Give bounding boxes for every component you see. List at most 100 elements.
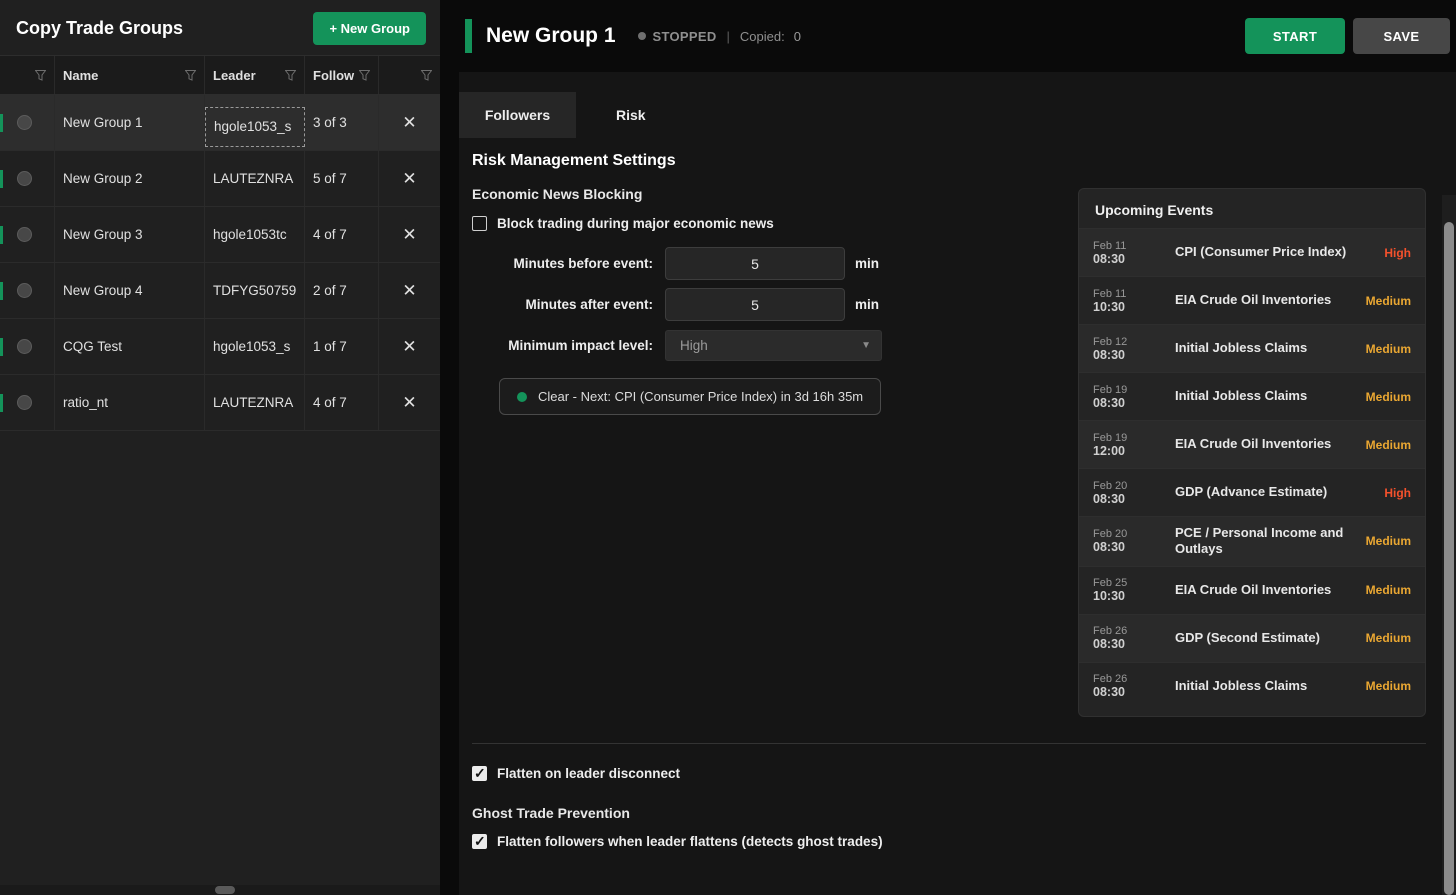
- table-row[interactable]: CQG Test hgole1053_s 1 of 7 ✕: [0, 319, 440, 375]
- event-row: Feb 11 08:30 CPI (Consumer Price Index) …: [1079, 228, 1425, 276]
- horizontal-scrollbar-thumb[interactable]: [215, 886, 235, 894]
- flatten-disconnect-label[interactable]: Flatten on leader disconnect: [497, 766, 680, 781]
- filter-icon[interactable]: [185, 70, 196, 81]
- group-name-cell[interactable]: ratio_nt: [55, 375, 205, 430]
- group-name-cell[interactable]: New Group 1: [55, 95, 205, 150]
- follow-column-header[interactable]: Follow: [305, 56, 379, 94]
- tab-followers[interactable]: Followers: [459, 92, 576, 138]
- event-name: Initial Jobless Claims: [1175, 678, 1355, 694]
- table-row[interactable]: New Group 1 hgole1053_s 3 of 3 ✕: [0, 95, 440, 151]
- group-follow-cell: 4 of 7: [305, 207, 379, 262]
- actions-column-header: [379, 56, 440, 94]
- event-datetime: Feb 26 08:30: [1093, 673, 1175, 699]
- event-name: EIA Crude Oil Inventories: [1175, 436, 1355, 452]
- upcoming-events-panel: Upcoming Events Feb 11 08:30 CPI (Consum…: [1078, 188, 1426, 717]
- minutes-after-unit: min: [855, 297, 879, 312]
- group-name-cell[interactable]: New Group 3: [55, 207, 205, 262]
- impact-level-select[interactable]: High ▼: [665, 330, 882, 361]
- filter-icon[interactable]: [359, 70, 370, 81]
- delete-group-button[interactable]: ✕: [394, 110, 424, 135]
- group-leader-cell[interactable]: hgole1053_s: [205, 107, 305, 147]
- filter-icon[interactable]: [421, 70, 432, 81]
- follow-column-label: Follow: [313, 68, 354, 83]
- delete-group-button[interactable]: ✕: [394, 390, 424, 415]
- group-name-cell[interactable]: New Group 2: [55, 151, 205, 206]
- minutes-after-input[interactable]: [665, 288, 845, 321]
- filter-icon[interactable]: [285, 70, 296, 81]
- delete-group-button[interactable]: ✕: [394, 222, 424, 247]
- row-status-cell: [0, 319, 55, 374]
- row-accent-icon: [0, 170, 3, 188]
- new-group-button[interactable]: + New Group: [313, 12, 426, 45]
- group-leader-cell[interactable]: hgole1053_s: [205, 319, 305, 374]
- table-row[interactable]: New Group 4 TDFYG50759 2 of 7 ✕: [0, 263, 440, 319]
- event-datetime: Feb 25 10:30: [1093, 577, 1175, 603]
- name-column-header[interactable]: Name: [55, 56, 205, 94]
- event-row: Feb 12 08:30 Initial Jobless Claims Medi…: [1079, 324, 1425, 372]
- event-date: Feb 19: [1093, 384, 1175, 396]
- groups-panel-header: Copy Trade Groups + New Group: [0, 0, 440, 55]
- event-impact-badge: Medium: [1355, 583, 1411, 597]
- leader-column-header[interactable]: Leader: [205, 56, 305, 94]
- event-time: 08:30: [1093, 492, 1175, 506]
- group-leader-cell[interactable]: LAUTEZNRA: [205, 375, 305, 430]
- risk-content: Risk Management Settings Economic News B…: [459, 138, 1456, 895]
- event-date: Feb 19: [1093, 432, 1175, 444]
- panel-title: Copy Trade Groups: [16, 18, 183, 39]
- ghost-flatten-checkbox[interactable]: [472, 834, 487, 849]
- group-leader-cell[interactable]: LAUTEZNRA: [205, 151, 305, 206]
- event-impact-badge: High: [1355, 486, 1411, 500]
- event-date: Feb 26: [1093, 673, 1175, 685]
- group-leader-cell[interactable]: TDFYG50759: [205, 263, 305, 318]
- block-news-label[interactable]: Block trading during major economic news: [497, 216, 774, 231]
- panel-divider: [440, 0, 459, 895]
- event-impact-badge: Medium: [1355, 534, 1411, 548]
- news-status-text: Clear - Next: CPI (Consumer Price Index)…: [538, 389, 863, 404]
- filter-icon[interactable]: [35, 70, 46, 81]
- group-status-dot-icon: [17, 227, 32, 242]
- vertical-scrollbar-thumb[interactable]: [1444, 222, 1454, 895]
- ghost-flatten-label[interactable]: Flatten followers when leader flattens (…: [497, 834, 883, 849]
- group-header: New Group 1 STOPPED | Copied: 0 START SA…: [459, 0, 1456, 72]
- table-row[interactable]: New Group 3 hgole1053tc 4 of 7 ✕: [0, 207, 440, 263]
- vertical-scrollbar[interactable]: [1442, 195, 1456, 895]
- status-dot-icon: [638, 32, 646, 40]
- block-news-checkbox[interactable]: [472, 216, 487, 231]
- row-actions-cell: ✕: [379, 95, 440, 150]
- row-accent-icon: [0, 226, 3, 244]
- group-leader-cell[interactable]: hgole1053tc: [205, 207, 305, 262]
- save-button[interactable]: SAVE: [1353, 18, 1450, 54]
- event-row: Feb 11 10:30 EIA Crude Oil Inventories M…: [1079, 276, 1425, 324]
- group-status-dot-icon: [17, 395, 32, 410]
- section-divider: [472, 743, 1426, 744]
- row-accent-icon: [0, 394, 3, 412]
- event-impact-badge: Medium: [1355, 294, 1411, 308]
- event-impact-badge: High: [1355, 246, 1411, 260]
- event-impact-badge: Medium: [1355, 438, 1411, 452]
- event-row: Feb 19 12:00 EIA Crude Oil Inventories M…: [1079, 420, 1425, 468]
- delete-group-button[interactable]: ✕: [394, 166, 424, 191]
- tab-risk[interactable]: Risk: [606, 92, 656, 138]
- status-column-header: [0, 56, 55, 94]
- table-row[interactable]: New Group 2 LAUTEZNRA 5 of 7 ✕: [0, 151, 440, 207]
- news-blocking-section: Economic News Blocking Block trading dur…: [472, 186, 1078, 415]
- start-button[interactable]: START: [1245, 18, 1345, 54]
- minutes-before-input[interactable]: [665, 247, 845, 280]
- group-status-dot-icon: [17, 115, 32, 130]
- group-name-cell[interactable]: New Group 4: [55, 263, 205, 318]
- event-date: Feb 25: [1093, 577, 1175, 589]
- group-follow-cell: 1 of 7: [305, 319, 379, 374]
- ghost-prevention-title: Ghost Trade Prevention: [472, 805, 1426, 821]
- group-name-cell[interactable]: CQG Test: [55, 319, 205, 374]
- event-time: 08:30: [1093, 540, 1175, 554]
- name-column-label: Name: [63, 68, 98, 83]
- delete-group-button[interactable]: ✕: [394, 278, 424, 303]
- flatten-disconnect-checkbox[interactable]: [472, 766, 487, 781]
- event-row: Feb 26 08:30 Initial Jobless Claims Medi…: [1079, 662, 1425, 710]
- horizontal-scrollbar[interactable]: [0, 885, 440, 895]
- table-row[interactable]: ratio_nt LAUTEZNRA 4 of 7 ✕: [0, 375, 440, 431]
- delete-group-button[interactable]: ✕: [394, 334, 424, 359]
- group-status-dot-icon: [17, 171, 32, 186]
- group-follow-cell: 3 of 3: [305, 95, 379, 150]
- event-row: Feb 19 08:30 Initial Jobless Claims Medi…: [1079, 372, 1425, 420]
